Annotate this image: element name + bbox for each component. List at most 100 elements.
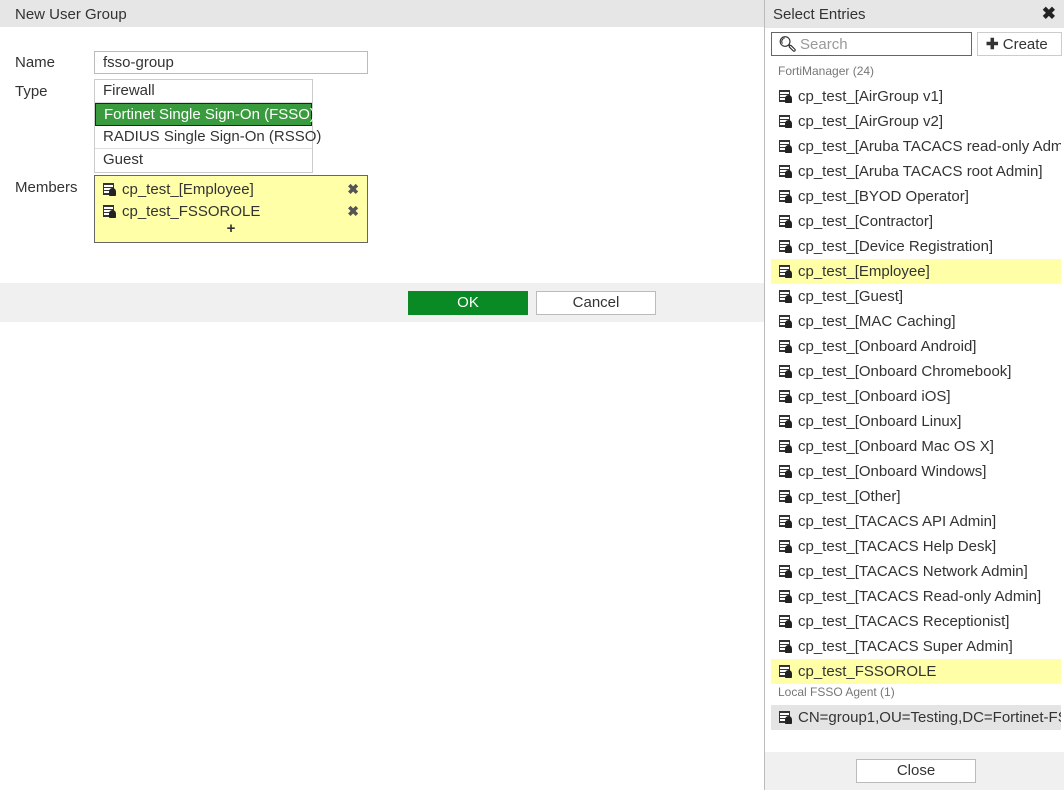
user-group-icon: [779, 190, 792, 203]
entry-item[interactable]: cp_test_[Onboard Chromebook]: [771, 359, 1061, 384]
type-option-fsso[interactable]: Fortinet Single Sign-On (FSSO): [95, 103, 315, 126]
remove-icon[interactable]: ✖: [347, 203, 359, 220]
user-group-icon: [779, 515, 792, 528]
entry-item[interactable]: cp_test_[TACACS Network Admin]: [771, 559, 1061, 584]
user-group-icon: [779, 90, 792, 103]
entry-label: cp_test_[Onboard Linux]: [798, 413, 962, 430]
type-option-firewall[interactable]: Firewall: [95, 80, 312, 103]
user-group-icon: [779, 240, 792, 253]
plus-icon: ✚: [986, 36, 999, 53]
member-name: cp_test_FSSOROLE: [122, 202, 261, 220]
user-group-icon: [779, 315, 792, 328]
user-group-icon: [779, 215, 792, 228]
entry-label: cp_test_[TACACS Read-only Admin]: [798, 588, 1042, 605]
user-group-icon: [779, 115, 792, 128]
entry-item[interactable]: cp_test_[Onboard iOS]: [771, 384, 1061, 409]
member-name: cp_test_[Employee]: [122, 180, 254, 198]
user-group-icon: [779, 340, 792, 353]
search-input[interactable]: 🔍︎ Search: [771, 32, 972, 56]
entry-label: cp_test_[Employee]: [798, 263, 930, 280]
entry-label: cp_test_[TACACS Help Desk]: [798, 538, 997, 555]
user-group-icon: [779, 490, 792, 503]
user-group-icon: [779, 640, 792, 653]
user-group-icon: [779, 590, 792, 603]
type-option-rsso[interactable]: RADIUS Single Sign-On (RSSO): [95, 126, 321, 149]
entry-item[interactable]: cp_test_[TACACS API Admin]: [771, 509, 1061, 534]
entry-label: cp_test_[Device Registration]: [798, 238, 994, 255]
entry-label: cp_test_[TACACS Receptionist]: [798, 613, 1010, 630]
entry-label: cp_test_[Aruba TACACS read-only Admin]: [798, 138, 1061, 155]
panel-title: Select Entries: [765, 0, 1064, 28]
group-label: FortiManager (24): [778, 64, 875, 78]
name-input[interactable]: [94, 51, 368, 74]
user-group-icon: [779, 540, 792, 553]
entry-item[interactable]: cp_test_[Guest]: [771, 284, 1061, 309]
entry-item[interactable]: cp_test_[TACACS Read-only Admin]: [771, 584, 1061, 609]
entry-label: CN=group1,OU=Testing,DC=Fortinet-FSSO: [798, 709, 1061, 726]
close-icon[interactable]: ✖: [1042, 4, 1056, 24]
entry-label: cp_test_[AirGroup v2]: [798, 113, 944, 130]
user-group-icon: [779, 415, 792, 428]
entry-label: cp_test_[Aruba TACACS root Admin]: [798, 163, 1043, 180]
entry-label: cp_test_[Onboard Mac OS X]: [798, 438, 994, 455]
entry-label: cp_test_[AirGroup v1]: [798, 88, 944, 105]
user-group-icon: [103, 204, 116, 218]
dialog-title: New User Group: [0, 0, 764, 27]
entry-item[interactable]: cp_test_[Aruba TACACS read-only Admin]: [771, 134, 1061, 159]
entry-label: cp_test_[TACACS API Admin]: [798, 513, 997, 530]
entry-item[interactable]: cp_test_[TACACS Receptionist]: [771, 609, 1061, 634]
entry-item[interactable]: cp_test_[Device Registration]: [771, 234, 1061, 259]
user-group-icon: [779, 711, 792, 724]
entry-item[interactable]: cp_test_[Onboard Android]: [771, 334, 1061, 359]
entry-item[interactable]: cp_test_[MAC Caching]: [771, 309, 1061, 334]
entry-item[interactable]: cp_test_[Onboard Linux]: [771, 409, 1061, 434]
user-group-icon: [103, 182, 116, 196]
cancel-button[interactable]: Cancel: [536, 291, 656, 315]
remove-icon[interactable]: ✖: [347, 181, 359, 198]
add-member-icon[interactable]: +: [103, 220, 359, 237]
entry-item[interactable]: cp_test_[Aruba TACACS root Admin]: [771, 159, 1061, 184]
entry-item[interactable]: CN=group1,OU=Testing,DC=Fortinet-FSSO: [771, 705, 1061, 730]
group-label: Local FSSO Agent (1): [778, 685, 895, 699]
type-label: Type: [15, 83, 48, 100]
entry-item[interactable]: cp_test_[Employee]: [771, 259, 1061, 284]
search-icon: 🔍︎: [778, 36, 798, 53]
select-entries-panel: Select Entries ✖ 🔍︎ Search ✚ Create Forti…: [764, 0, 1064, 790]
entry-label: cp_test_[Onboard Chromebook]: [798, 363, 1012, 380]
user-group-icon: [779, 365, 792, 378]
entry-label: cp_test_[Guest]: [798, 288, 904, 305]
members-label: Members: [15, 179, 78, 196]
entry-item[interactable]: cp_test_[Contractor]: [771, 209, 1061, 234]
member-item: cp_test_FSSOROLE ✖: [103, 200, 359, 222]
entry-label: cp_test_[Onboard iOS]: [798, 388, 951, 405]
entry-item[interactable]: cp_test_[TACACS Super Admin]: [771, 634, 1061, 659]
user-group-icon: [779, 440, 792, 453]
member-item: cp_test_[Employee] ✖: [103, 178, 359, 200]
entry-label: cp_test_FSSOROLE: [798, 663, 937, 680]
entry-item[interactable]: cp_test_FSSOROLE: [771, 659, 1061, 684]
entry-item[interactable]: cp_test_[Onboard Mac OS X]: [771, 434, 1061, 459]
entry-item[interactable]: cp_test_[Onboard Windows]: [771, 459, 1061, 484]
user-group-icon: [779, 165, 792, 178]
members-field[interactable]: cp_test_[Employee] ✖ cp_test_FSSOROLE ✖ +: [94, 175, 368, 243]
entry-item[interactable]: cp_test_[AirGroup v2]: [771, 109, 1061, 134]
entry-item[interactable]: cp_test_[AirGroup v1]: [771, 84, 1061, 109]
user-group-icon: [779, 565, 792, 578]
entry-label: cp_test_[TACACS Network Admin]: [798, 563, 1028, 580]
name-label: Name: [15, 54, 56, 71]
entry-item[interactable]: cp_test_[TACACS Help Desk]: [771, 534, 1061, 559]
entry-label: cp_test_[Onboard Android]: [798, 338, 977, 355]
create-button[interactable]: ✚ Create: [977, 32, 1062, 56]
entry-label: cp_test_[MAC Caching]: [798, 313, 956, 330]
type-option-guest[interactable]: Guest: [95, 149, 312, 172]
entry-label: cp_test_[TACACS Super Admin]: [798, 638, 1013, 655]
entry-item[interactable]: cp_test_[Other]: [771, 484, 1061, 509]
ok-button[interactable]: OK: [408, 291, 528, 315]
type-list: Firewall Fortinet Single Sign-On (FSSO) …: [94, 79, 321, 173]
search-placeholder: Search: [800, 35, 848, 53]
close-button[interactable]: Close: [856, 759, 976, 783]
user-group-icon: [779, 290, 792, 303]
entry-label: cp_test_[Other]: [798, 488, 901, 505]
user-group-icon: [779, 615, 792, 628]
entry-item[interactable]: cp_test_[BYOD Operator]: [771, 184, 1061, 209]
